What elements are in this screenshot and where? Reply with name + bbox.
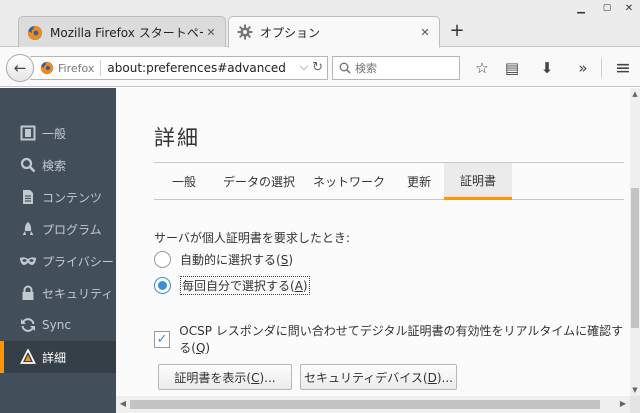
sidebar-item-label: プライバシー bbox=[42, 254, 114, 269]
tab-general[interactable]: 一般 bbox=[154, 163, 214, 200]
close-tab-icon[interactable]: ✕ bbox=[417, 26, 433, 39]
url-bar[interactable]: Firefox about:preferences#advanced ⌵ ↻ bbox=[30, 56, 328, 80]
sidebar-item-privacy[interactable]: プライバシー bbox=[0, 245, 116, 277]
tab-title: オプション bbox=[260, 25, 321, 40]
hamburger-menu-icon: ≡ bbox=[615, 57, 631, 79]
sidebar-item-label: セキュリティ bbox=[42, 286, 114, 301]
vertical-scrollbar[interactable]: ▲ ▼ bbox=[630, 88, 640, 396]
toolbar-separator bbox=[601, 58, 602, 78]
tab-network[interactable]: ネットワーク bbox=[304, 163, 394, 200]
sidebar-item-label: 詳細 bbox=[42, 350, 67, 365]
ocsp-checkbox-row[interactable]: ✓ OCSP レスポンダに問い合わせてデジタル証明書の有効性をリアルタイムに確認… bbox=[154, 322, 630, 356]
applications-icon bbox=[16, 221, 40, 237]
bookmark-star-button[interactable]: ☆ bbox=[470, 56, 494, 80]
download-arrow-icon: ⬇ bbox=[540, 59, 554, 77]
minimize-button[interactable]: ▁ bbox=[566, 0, 596, 16]
firefox-icon bbox=[27, 25, 42, 40]
preferences-sidebar: 一般 検索 コンテンツ プログラム プライバシー セキュリティ Sync 詳細 bbox=[0, 88, 116, 413]
radio-label: 毎回自分で選択する(A) bbox=[180, 276, 310, 295]
search-bar[interactable] bbox=[332, 56, 460, 80]
horizontal-scroll-thumb[interactable] bbox=[130, 400, 600, 409]
gear-icon bbox=[237, 24, 253, 40]
close-window-button[interactable]: ✕ bbox=[618, 0, 640, 16]
sidebar-item-search[interactable]: 検索 bbox=[0, 149, 116, 181]
tab-data-choices[interactable]: データの選択 bbox=[214, 163, 304, 200]
content-icon bbox=[16, 189, 40, 205]
search-icon bbox=[16, 157, 40, 173]
back-button[interactable]: ← bbox=[6, 54, 34, 82]
vertical-scroll-thumb[interactable] bbox=[631, 188, 639, 328]
star-icon: ☆ bbox=[475, 59, 489, 77]
history-dropdown-icon[interactable]: ⌵ bbox=[300, 60, 308, 75]
maximize-button[interactable]: ▢ bbox=[596, 0, 618, 16]
sidebar-item-sync[interactable]: Sync bbox=[0, 309, 116, 341]
sidebar-item-security[interactable]: セキュリティ bbox=[0, 277, 116, 309]
navigation-toolbar: ← Firefox about:preferences#advanced ⌵ ↻… bbox=[0, 47, 640, 87]
overflow-button[interactable]: » bbox=[571, 56, 595, 80]
advanced-tabs: 一般 データの選択 ネットワーク 更新 証明書 bbox=[154, 162, 624, 200]
site-identity[interactable]: Firefox bbox=[40, 60, 102, 76]
firefox-icon bbox=[40, 61, 54, 75]
preferences-pane: 詳細 一般 データの選択 ネットワーク 更新 証明書 サーバが個人証明書を要求し… bbox=[116, 88, 630, 396]
downloads-button[interactable]: ⬇ bbox=[535, 56, 559, 80]
identity-label: Firefox bbox=[58, 61, 95, 75]
reload-icon[interactable]: ↻ bbox=[312, 60, 323, 75]
page-title: 詳細 bbox=[154, 126, 200, 150]
security-devices-button[interactable]: セキュリティデバイス(D)... bbox=[300, 364, 457, 390]
view-certificates-button[interactable]: 証明書を表示(C)... bbox=[158, 364, 292, 390]
ocsp-checkbox[interactable]: ✓ bbox=[154, 330, 171, 348]
security-lock-icon bbox=[16, 285, 40, 301]
tab-options[interactable]: オプション ✕ bbox=[228, 16, 440, 48]
tab-certificates[interactable]: 証明書 bbox=[444, 163, 512, 200]
tab-update[interactable]: 更新 bbox=[394, 163, 444, 200]
url-text[interactable]: about:preferences#advanced bbox=[107, 61, 286, 75]
menu-button[interactable]: ≡ bbox=[611, 56, 635, 80]
scroll-left-icon[interactable]: ◀ bbox=[117, 398, 129, 410]
back-arrow-icon: ← bbox=[13, 59, 27, 77]
reading-list-icon: ▤ bbox=[504, 59, 520, 77]
search-input[interactable] bbox=[355, 61, 445, 75]
reading-list-button[interactable]: ▤ bbox=[500, 56, 524, 80]
sidebar-item-advanced[interactable]: 詳細 bbox=[0, 341, 116, 373]
close-tab-icon[interactable]: ✕ bbox=[203, 26, 219, 39]
horizontal-scrollbar[interactable]: ◀ ▶ bbox=[116, 396, 630, 413]
tab-firefox-start-page[interactable]: Mozilla Firefox スタートページ ✕ bbox=[18, 16, 226, 48]
chevron-double-right-icon: » bbox=[578, 59, 588, 77]
scroll-up-icon[interactable]: ▲ bbox=[630, 88, 640, 100]
sidebar-item-label: コンテンツ bbox=[42, 190, 103, 205]
scrollbar-corner bbox=[630, 396, 640, 413]
advanced-icon bbox=[16, 349, 40, 365]
cert-request-prompt: サーバが個人証明書を要求したとき: bbox=[154, 231, 350, 245]
radio-button[interactable] bbox=[154, 277, 171, 294]
sidebar-item-general[interactable]: 一般 bbox=[0, 117, 116, 149]
new-tab-button[interactable]: + bbox=[446, 20, 468, 41]
radio-ask-every-time[interactable]: 毎回自分で選択する(A) bbox=[154, 276, 310, 295]
radio-label: 自動的に選択する(S) bbox=[180, 253, 293, 267]
sidebar-item-label: Sync bbox=[42, 318, 71, 332]
sidebar-item-label: 検索 bbox=[42, 158, 67, 173]
radio-button[interactable] bbox=[154, 251, 171, 268]
sidebar-item-label: プログラム bbox=[42, 222, 102, 237]
scroll-down-icon[interactable]: ▼ bbox=[630, 384, 640, 396]
tab-strip: ▁ ▢ ✕ Mozilla Firefox スタートページ ✕ bbox=[0, 0, 640, 48]
general-icon bbox=[16, 125, 40, 141]
sync-icon bbox=[16, 317, 40, 333]
radio-select-automatically[interactable]: 自動的に選択する(S) bbox=[154, 251, 293, 268]
scroll-right-icon[interactable]: ▶ bbox=[617, 398, 629, 410]
sidebar-item-applications[interactable]: プログラム bbox=[0, 213, 116, 245]
tab-title: Mozilla Firefox スタートページ bbox=[50, 26, 203, 40]
sidebar-item-content[interactable]: コンテンツ bbox=[0, 181, 116, 213]
privacy-mask-icon bbox=[16, 255, 40, 267]
sidebar-item-label: 一般 bbox=[42, 126, 67, 141]
ocsp-label: OCSP レスポンダに問い合わせてデジタル証明書の有効性をリアルタイムに確認する… bbox=[179, 324, 624, 355]
search-icon bbox=[339, 62, 351, 74]
